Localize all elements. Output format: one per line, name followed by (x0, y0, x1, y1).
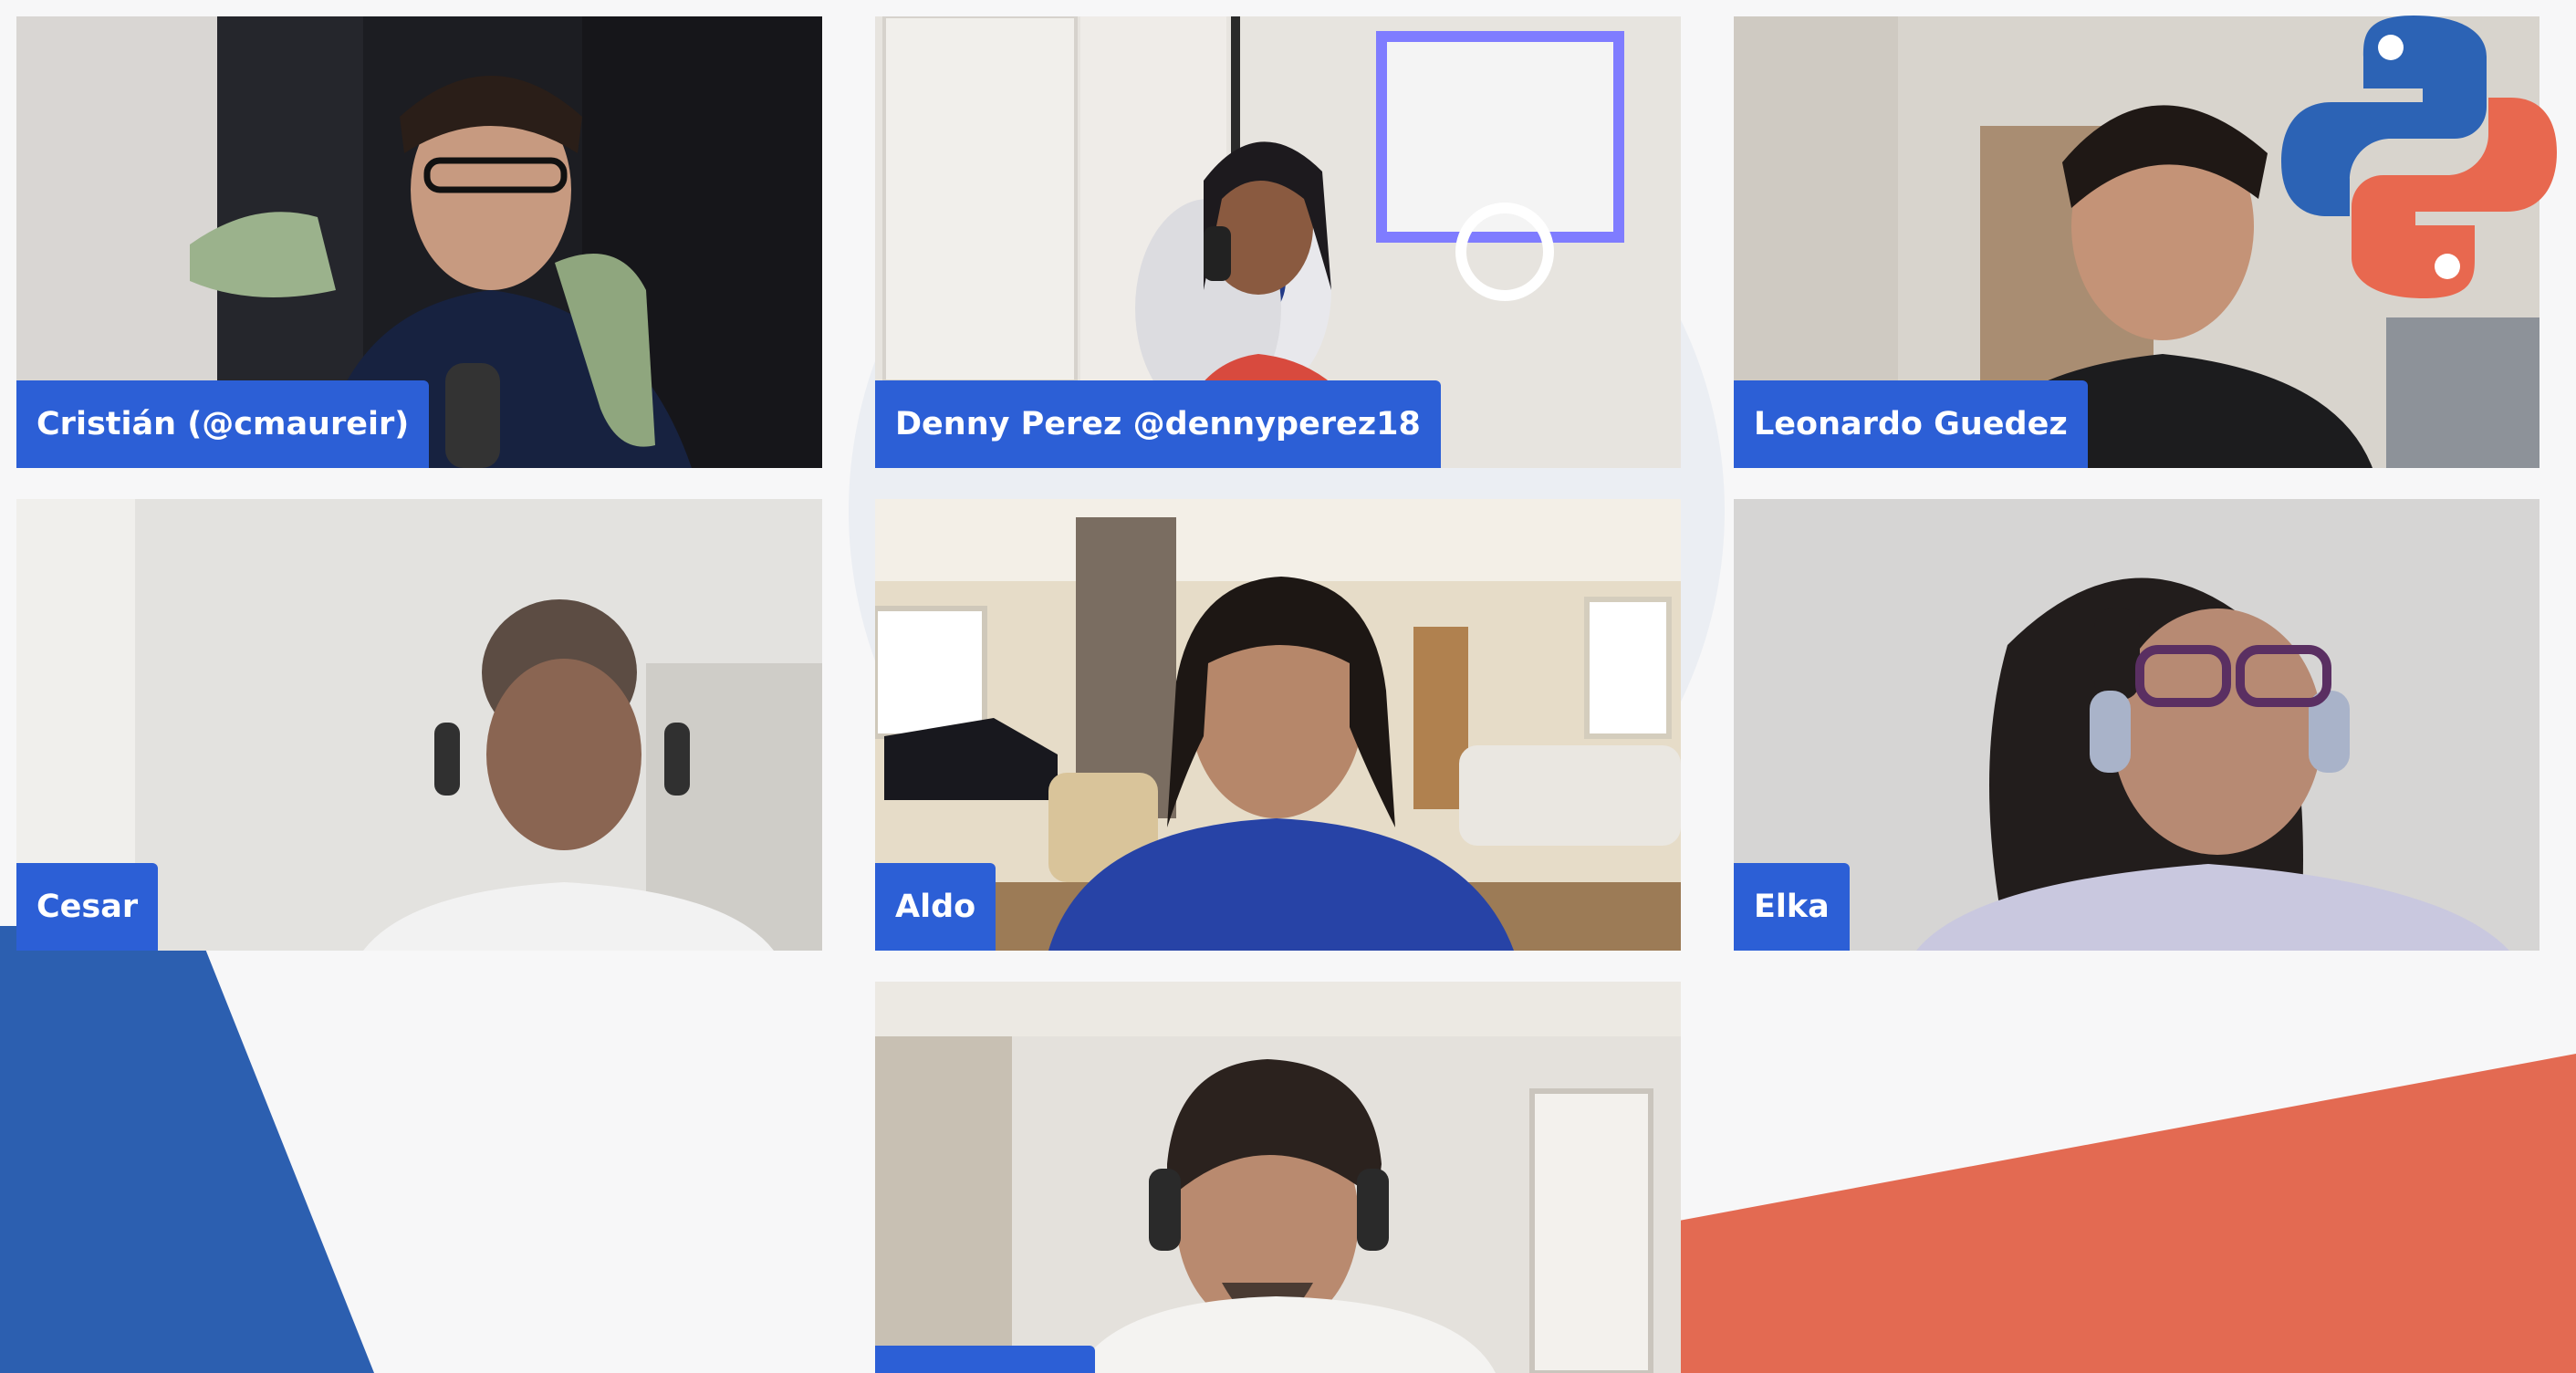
participant-name-tag: Pablo Lira (875, 1346, 1095, 1373)
video-tile-cesar[interactable]: Cesar (16, 499, 822, 951)
video-tile-pablo-lira[interactable]: Pablo Lira (875, 982, 1681, 1373)
video-tile-aldo[interactable]: Aldo (875, 499, 1681, 951)
participant-name-tag: Leonardo Guedez (1734, 380, 2088, 468)
participant-name-tag: Aldo (875, 863, 996, 951)
participant-name-tag: Cristián (@cmaureir) (16, 380, 430, 468)
participant-video-feed (875, 982, 1681, 1373)
participant-name-tag: Cesar (16, 863, 159, 951)
video-tile-denny-perez[interactable]: Denny Perez @dennyperez18 (875, 16, 1681, 468)
participant-video-feed (1734, 499, 2539, 951)
participant-name-tag: Denny Perez @dennyperez18 (875, 380, 1441, 468)
video-call-stage: Cristián (@cmaureir) Denny Perez @dennyp… (0, 0, 2576, 1373)
participant-name-tag: Elka (1734, 863, 1850, 951)
participant-video-feed (875, 499, 1681, 951)
python-logo-icon (2281, 16, 2557, 298)
video-tile-cristian[interactable]: Cristián (@cmaureir) (16, 16, 822, 468)
video-tile-elka[interactable]: Elka (1734, 499, 2539, 951)
